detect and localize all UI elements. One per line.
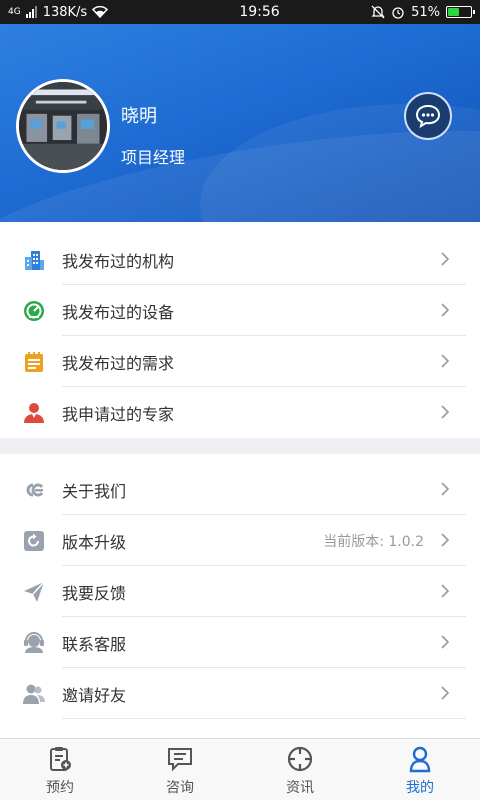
menu-item-upgrade[interactable]: 版本升级 当前版本: 1.0.2: [0, 515, 480, 566]
menu-item-experts[interactable]: 我申请过的专家: [0, 387, 480, 438]
building-icon: [25, 251, 44, 270]
tab-mine[interactable]: 我的: [360, 739, 480, 800]
settings-list: 关于我们 版本升级 当前版本: 1.0.2 我要反馈 联系客服 邀请好友: [0, 464, 480, 719]
headset-icon: [24, 632, 44, 653]
chat-button[interactable]: [404, 92, 452, 140]
chevron-right-icon: [441, 533, 450, 547]
menu-item-feedback[interactable]: 我要反馈: [0, 566, 480, 617]
tab-label: 咨询: [166, 780, 194, 796]
chevron-right-icon: [441, 482, 450, 496]
section-gap: [0, 438, 480, 454]
chevron-right-icon: [441, 252, 450, 266]
network-speed: 138K/s: [42, 4, 88, 20]
gauge-icon: [24, 301, 44, 321]
tab-label: 预约: [46, 780, 74, 796]
about-icon: [26, 483, 44, 497]
bottom-tab-bar: 预约 咨询 资讯 我的: [0, 738, 480, 800]
tab-news[interactable]: 资讯: [240, 739, 360, 800]
menu-item-institutions[interactable]: 我发布过的机构: [0, 234, 480, 285]
profile-header: 晓明 项目经理: [0, 24, 480, 222]
expert-person-icon: [24, 403, 44, 423]
wifi-icon: [92, 6, 109, 18]
menu-item-label: 关于我们: [62, 481, 127, 501]
menu-item-customer-service[interactable]: 联系客服: [0, 617, 480, 668]
refresh-icon: [24, 531, 44, 551]
status-bar: 4G 138K/s 19:56 51%: [0, 0, 480, 24]
friends-icon: [23, 684, 45, 704]
tab-label: 我的: [406, 780, 434, 796]
clock: 19:56: [239, 4, 280, 20]
tab-appointment[interactable]: 预约: [0, 739, 120, 800]
current-version-text: 当前版本: 1.0.2: [323, 533, 424, 550]
chevron-right-icon: [441, 354, 450, 368]
mute-bell-icon: [371, 5, 385, 19]
battery-icon: [446, 6, 475, 18]
notepad-icon: [25, 352, 43, 372]
chevron-right-icon: [441, 584, 450, 598]
chevron-right-icon: [441, 635, 450, 649]
compass-icon: [287, 746, 313, 772]
menu-item-label: 我发布过的机构: [62, 251, 175, 271]
menu-item-label: 邀请好友: [62, 685, 127, 705]
clipboard-icon: [50, 747, 71, 771]
menu-item-label: 我发布过的需求: [62, 353, 175, 373]
menu-item-label: 我要反馈: [62, 583, 127, 603]
alarm-icon: [392, 7, 404, 19]
user-title: 项目经理: [121, 148, 186, 167]
menu-item-equipment[interactable]: 我发布过的设备: [0, 285, 480, 336]
chevron-right-icon: [441, 686, 450, 700]
tab-consult[interactable]: 咨询: [120, 739, 240, 800]
user-name: 晓明: [121, 106, 157, 127]
menu-item-label: 我申请过的专家: [62, 404, 175, 424]
network-type: 4G: [8, 6, 21, 17]
menu-item-invite-friends[interactable]: 邀请好友: [0, 668, 480, 719]
message-icon: [168, 748, 192, 772]
menu-item-label: 版本升级: [62, 532, 127, 552]
tab-label: 资讯: [286, 780, 314, 796]
chevron-right-icon: [441, 405, 450, 419]
menu-item-requirements[interactable]: 我发布过的需求: [0, 336, 480, 387]
menu-item-label: 我发布过的设备: [62, 302, 175, 322]
user-icon: [409, 746, 431, 773]
battery-percent: 51%: [411, 4, 440, 20]
paper-plane-icon: [24, 581, 45, 602]
chevron-right-icon: [441, 303, 450, 317]
chat-bubble-icon: [415, 104, 441, 128]
menu-item-about[interactable]: 关于我们: [0, 464, 480, 515]
menu-item-label: 联系客服: [62, 634, 127, 654]
avatar[interactable]: [16, 79, 110, 173]
office-photo-icon: [19, 82, 107, 170]
my-publications-list: 我发布过的机构 我发布过的设备 我发布过的需求 我申请过的专家: [0, 234, 480, 438]
signal-icon: [25, 6, 37, 18]
